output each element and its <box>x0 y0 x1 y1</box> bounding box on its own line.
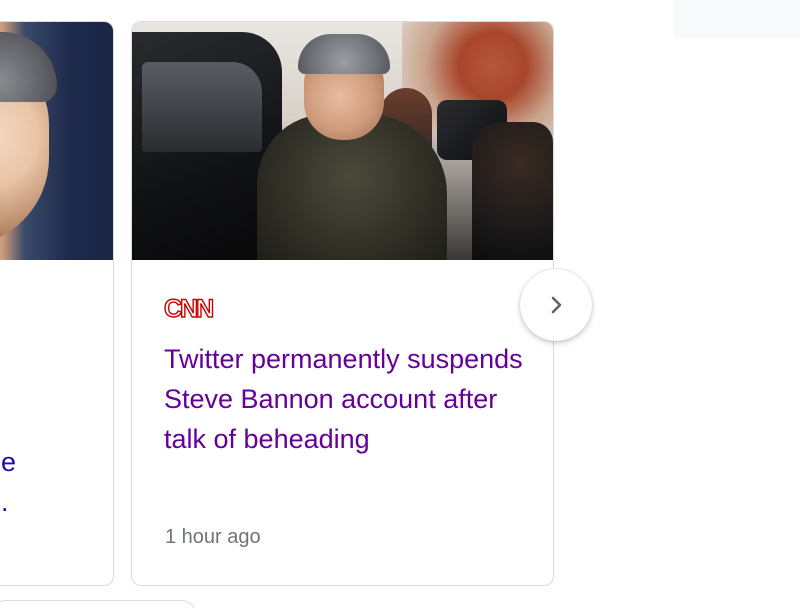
photo-car-window <box>142 62 262 152</box>
news-card-previous[interactable]: e . <box>0 21 114 586</box>
photo-man-hair <box>298 34 390 74</box>
news-card-previous-title-line2[interactable]: . <box>1 482 9 522</box>
news-card-previous-title-line1[interactable]: e <box>1 442 16 482</box>
news-carousel: e . CNN Twitter permanently suspends Ste… <box>0 0 800 608</box>
news-card-thumbnail[interactable] <box>132 22 553 260</box>
cnn-logo: CNN <box>163 294 215 323</box>
carousel-next-button[interactable] <box>520 269 592 341</box>
portrait-hair <box>0 32 57 102</box>
top-right-panel <box>674 0 800 38</box>
chevron-right-icon <box>551 296 562 314</box>
news-timestamp: 1 hour ago <box>165 526 261 548</box>
photo-photographer <box>472 122 553 260</box>
news-card-previous-thumbnail <box>0 22 113 260</box>
bottom-chip[interactable] <box>0 600 197 608</box>
news-card[interactable]: CNN Twitter permanently suspends Steve B… <box>131 21 554 586</box>
news-headline-link[interactable]: Twitter permanently suspends Steve Banno… <box>164 339 529 459</box>
